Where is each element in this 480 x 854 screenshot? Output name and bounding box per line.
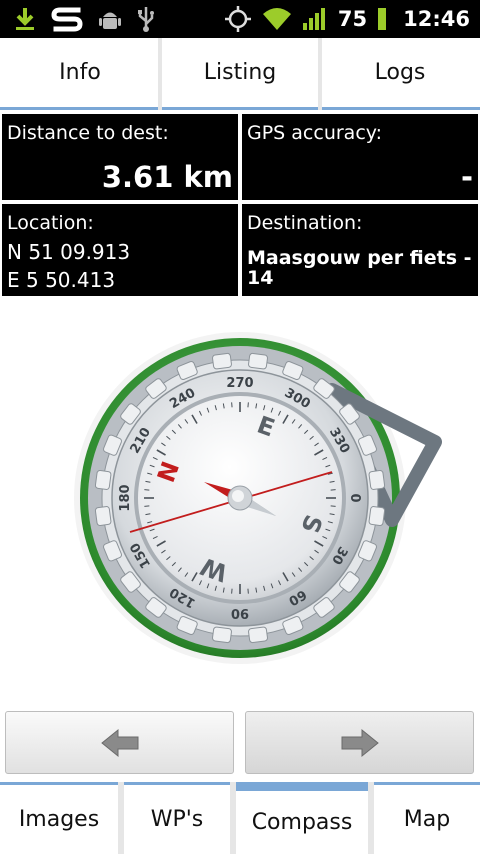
- bezel-tooth: [248, 352, 268, 370]
- location-longitude: E 5 50.413: [7, 268, 116, 292]
- destination-value: Maasgouw per fiets - 14: [247, 247, 472, 289]
- bezel-label: 180: [118, 484, 133, 511]
- distance-value: 3.61 km: [101, 160, 233, 194]
- tab-images[interactable]: Images: [0, 782, 118, 854]
- destination-panel: Destination: Maasgouw per fiets - 14: [242, 204, 478, 296]
- android-debug-icon: [99, 12, 121, 29]
- tab-map-label: Map: [403, 807, 451, 832]
- bezel-tooth: [94, 506, 112, 526]
- accuracy-label: GPS accuracy:: [247, 122, 383, 144]
- tab-wps-label: WP's: [150, 807, 204, 832]
- battery-level: 75: [337, 7, 368, 31]
- arrow-right-icon: [341, 728, 379, 757]
- previous-button[interactable]: [5, 711, 234, 774]
- tab-wps[interactable]: WP's: [124, 782, 230, 854]
- clock: 12:46: [403, 7, 470, 31]
- bezel-tooth: [368, 470, 386, 490]
- tab-compass[interactable]: Compass: [236, 782, 368, 854]
- status-icons-right: 75 12:46: [224, 4, 470, 34]
- wifi-icon: [262, 8, 291, 30]
- gps-icon: [224, 6, 251, 32]
- bezel-tooth: [94, 470, 112, 490]
- bottom-tab-bar: Images WP's Compass Map: [0, 782, 480, 854]
- accuracy-value: -: [460, 160, 473, 194]
- status-bar: 75 12:46: [0, 0, 480, 38]
- tab-info-label: Info: [59, 60, 101, 85]
- tab-listing-label: Listing: [203, 60, 277, 85]
- bezel-label: 90: [231, 605, 249, 620]
- tab-logs-label: Logs: [374, 60, 426, 85]
- usb-icon: [138, 7, 154, 32]
- next-button[interactable]: [245, 711, 474, 774]
- app-icon: [51, 7, 83, 32]
- location-latitude: N 51 09.913: [7, 240, 131, 264]
- bezel-tooth: [212, 352, 232, 370]
- bezel-tooth: [368, 506, 386, 526]
- bezel-label: 0: [347, 493, 362, 502]
- location-label: Location:: [7, 212, 94, 234]
- compass-widget: 270 300 330 0 30 60 90 120 150 180 210 240 N E S W: [70, 330, 450, 680]
- info-grid: Distance to dest: 3.61 km GPS accuracy: …: [0, 110, 480, 298]
- tab-compass-label: Compass: [251, 810, 353, 835]
- battery-icon: [378, 8, 387, 30]
- status-icons-left: [14, 4, 156, 34]
- compass-rose: 2703003300306090120150180210240 N E S W: [74, 332, 442, 664]
- accuracy-panel: GPS accuracy: -: [242, 114, 478, 200]
- arrow-left-icon: [100, 728, 138, 757]
- bezel-tooth: [248, 626, 268, 644]
- tab-images-label: Images: [18, 807, 100, 832]
- tab-info[interactable]: Info: [0, 38, 160, 110]
- download-icon: [16, 8, 34, 30]
- tab-listing[interactable]: Listing: [158, 38, 320, 110]
- destination-label: Destination:: [247, 212, 363, 234]
- tab-map[interactable]: Map: [374, 782, 480, 854]
- distance-label: Distance to dest:: [7, 122, 169, 144]
- distance-panel: Distance to dest: 3.61 km: [2, 114, 238, 200]
- signal-icon: [302, 8, 325, 30]
- top-tab-bar: Info Listing Logs: [0, 38, 480, 110]
- location-panel: Location: N 51 09.913 E 5 50.413: [2, 204, 238, 296]
- bezel-tooth: [212, 626, 232, 644]
- bezel-label: 270: [226, 376, 253, 391]
- tab-logs[interactable]: Logs: [318, 38, 480, 110]
